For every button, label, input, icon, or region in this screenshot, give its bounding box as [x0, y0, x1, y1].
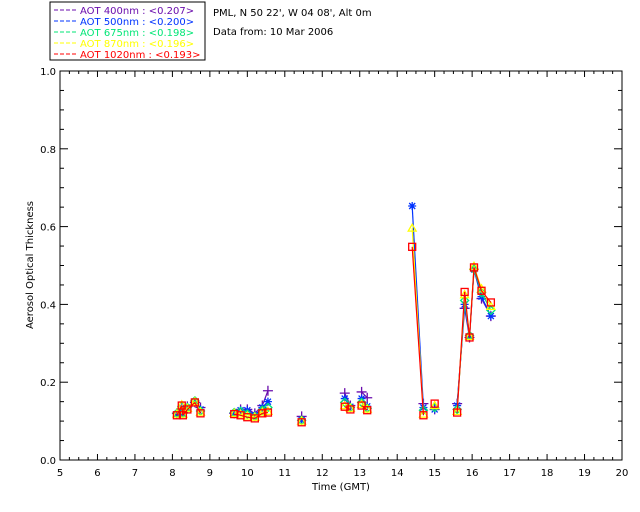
series-line-segment: [456, 291, 466, 413]
aot-chart: AOT 400nm : <0.207>AOT 500nm : <0.200>AO…: [25, 1, 629, 493]
series-3: [171, 222, 496, 425]
x-tick-label: 18: [541, 468, 554, 479]
date-info: Data from: 10 Mar 2006: [213, 27, 333, 38]
data-point-asterisk: [486, 312, 495, 321]
legend-entry: AOT 500nm : <0.200>: [80, 17, 194, 28]
x-tick-label: 11: [278, 468, 291, 479]
x-tick-label: 7: [132, 468, 138, 479]
y-axis-label: Aerosol Optical Thickness: [25, 201, 36, 329]
legend-entry: AOT 675nm : <0.198>: [80, 28, 194, 39]
x-tick-label: 20: [616, 468, 629, 479]
data-point-asterisk: [408, 201, 417, 210]
legend-entry: AOT 400nm : <0.207>: [80, 6, 194, 17]
x-tick-label: 15: [428, 468, 441, 479]
data-point-plus: [262, 385, 273, 396]
y-tick-label: 0.0: [40, 456, 56, 467]
y-tick-label: 0.4: [40, 300, 56, 311]
site-info: PML, N 50 22', W 04 08', Alt 0m: [213, 8, 372, 19]
x-axis-label: Time (GMT): [311, 482, 370, 493]
x-tick-label: 19: [578, 468, 591, 479]
series-line-segment: [411, 246, 425, 416]
x-tick-label: 9: [207, 468, 213, 479]
x-tick-label: 14: [391, 468, 404, 479]
y-tick-label: 1.0: [40, 67, 56, 78]
series-2: [171, 264, 496, 426]
legend-entry: AOT 870nm : <0.196>: [80, 39, 194, 50]
y-tick-label: 0.8: [40, 145, 56, 156]
series-line-segment: [468, 267, 475, 338]
data-point-asterisk: [263, 397, 272, 406]
x-tick-label: 8: [169, 468, 175, 479]
series-4: [172, 242, 496, 427]
y-tick-label: 0.2: [40, 378, 56, 389]
x-tick-label: 10: [241, 468, 254, 479]
x-tick-label: 13: [353, 468, 366, 479]
x-tick-label: 5: [57, 468, 63, 479]
x-tick-label: 17: [503, 468, 516, 479]
x-tick-label: 16: [466, 468, 479, 479]
x-tick-label: 12: [316, 468, 329, 479]
x-tick-label: 6: [94, 468, 100, 479]
series-line-segment: [262, 411, 269, 414]
series-1: [172, 201, 495, 424]
series-0: [171, 264, 496, 422]
legend-entry: AOT 1020nm : <0.193>: [80, 50, 200, 61]
y-tick-label: 0.6: [40, 223, 56, 234]
